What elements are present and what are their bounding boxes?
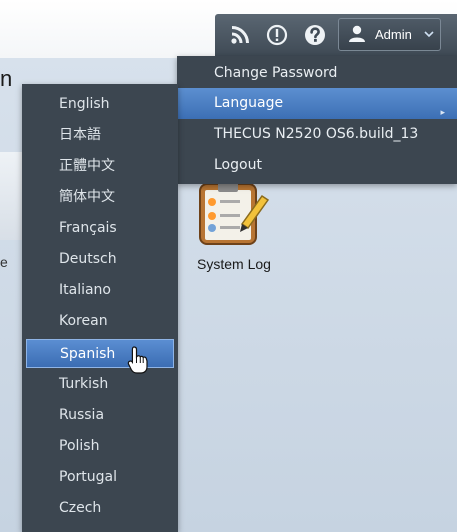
language-item-simplified-chinese[interactable]: 簡体中文 (26, 183, 174, 212)
language-item-spanish[interactable]: Spanish (26, 339, 174, 368)
language-item-czech[interactable]: Czech (26, 494, 174, 523)
admin-label: Admin (375, 27, 412, 42)
language-label: Polish (59, 438, 100, 454)
language-label: 簡体中文 (59, 189, 115, 205)
menu-item-label: THECUS N2520 OS6.build_13 (214, 126, 419, 142)
hand-cursor-icon (127, 346, 148, 374)
language-label: 正體中文 (59, 158, 115, 174)
alert-icon[interactable] (266, 24, 288, 46)
menu-item-label: Logout (214, 157, 262, 173)
menu-item-label: Language (214, 95, 284, 111)
language-label: Turkish (59, 376, 109, 392)
language-label: Czech (59, 500, 102, 516)
language-item-english[interactable]: English (26, 90, 174, 119)
language-item-traditional-chinese[interactable]: 正體中文 (26, 152, 174, 181)
language-item-russia[interactable]: Russia (26, 401, 174, 430)
menu-item-logout[interactable]: Logout (177, 150, 457, 181)
menu-item-language[interactable]: Language ▸ (177, 88, 457, 119)
language-item-turkish[interactable]: Turkish (26, 370, 174, 399)
desktop-label-fragment: e (0, 254, 8, 270)
language-label: Spanish (60, 346, 116, 362)
admin-dropdown-menu: Change Password Language ▸ THECUS N2520 … (177, 56, 457, 184)
language-item-german[interactable]: Deutsch (26, 245, 174, 274)
admin-menu-button[interactable]: Admin (338, 18, 441, 51)
language-label: Italiano (59, 282, 111, 298)
language-item-portugal[interactable]: Portugal (26, 463, 174, 492)
language-label: Portugal (59, 469, 117, 485)
rss-icon[interactable] (229, 24, 251, 46)
language-item-japanese[interactable]: 日本語 (26, 121, 174, 150)
language-label: English (59, 96, 110, 112)
language-label: Deutsch (59, 251, 117, 267)
desktop-thumbnail-fragment (0, 152, 22, 240)
menu-item-label: Change Password (214, 65, 338, 81)
edge-title-fragment: n (0, 66, 13, 91)
menu-item-firmware-info[interactable]: THECUS N2520 OS6.build_13 (177, 119, 457, 150)
chevron-down-icon (424, 31, 434, 38)
user-icon (349, 25, 365, 42)
language-submenu: English 日本語 正體中文 簡体中文 Français Deutsch I… (22, 84, 178, 532)
language-item-korean[interactable]: Korean (26, 307, 174, 336)
language-item-french[interactable]: Français (26, 214, 174, 243)
language-item-italian[interactable]: Italiano (26, 276, 174, 305)
menu-item-change-password[interactable]: Change Password (177, 58, 457, 89)
system-log-label: System Log (197, 256, 271, 272)
help-icon[interactable] (304, 24, 326, 46)
language-label: Russia (59, 407, 105, 423)
language-label: Français (59, 220, 117, 236)
system-log-app-icon[interactable] (198, 178, 270, 250)
language-label: Korean (59, 313, 108, 329)
language-item-polish[interactable]: Polish (26, 432, 174, 461)
language-label: 日本語 (59, 127, 101, 143)
